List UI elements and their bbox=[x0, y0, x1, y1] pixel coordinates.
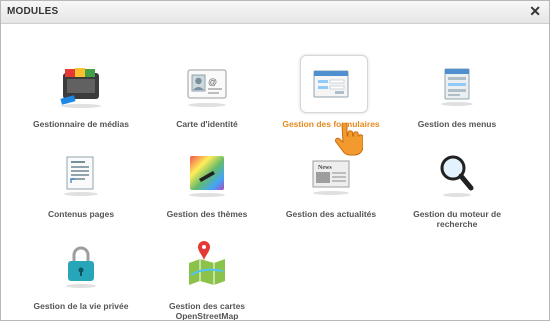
module-label: Gestion des actualités bbox=[285, 209, 377, 219]
modules-dialog: MODULES ✕ Gestionnaire de médias @ Carte… bbox=[0, 0, 550, 321]
svg-text:@: @ bbox=[208, 77, 217, 87]
media-manager-icon bbox=[60, 68, 101, 108]
module-privacy[interactable]: Gestion de la vie privée bbox=[16, 241, 146, 311]
module-label: Gestion des menus bbox=[417, 119, 497, 129]
forms-icon bbox=[313, 70, 349, 98]
module-label: Gestion des formulaires bbox=[282, 119, 380, 129]
module-search-engine[interactable]: Gestion du moteur de recherche bbox=[392, 149, 522, 229]
dialog-title: MODULES bbox=[7, 6, 59, 17]
close-icon[interactable]: ✕ bbox=[529, 4, 541, 18]
module-news[interactable]: News Gestion des actualités bbox=[266, 149, 396, 219]
map-icon bbox=[189, 241, 225, 285]
themes-icon bbox=[189, 156, 225, 197]
identity-card-icon: @ bbox=[187, 69, 227, 107]
module-forms[interactable]: Gestion des formulaires bbox=[266, 55, 396, 129]
module-page-contents[interactable]: Contenus pages bbox=[16, 149, 146, 219]
page-contents-icon bbox=[64, 156, 98, 196]
module-label: Gestion de la vie privée bbox=[33, 301, 129, 311]
module-label: Gestion des thèmes bbox=[166, 209, 248, 219]
module-identity-card[interactable]: @ Carte d'identité bbox=[142, 59, 272, 129]
module-label: Gestionnaire de médias bbox=[33, 119, 129, 129]
menus-icon bbox=[441, 68, 473, 106]
privacy-lock-icon bbox=[66, 246, 96, 288]
search-engine-icon bbox=[440, 155, 474, 197]
module-label: Carte d'identité bbox=[176, 119, 238, 129]
dialog-titlebar: MODULES ✕ bbox=[1, 1, 549, 24]
svg-text:News: News bbox=[318, 165, 332, 171]
module-openstreetmap[interactable]: Gestion des cartes OpenStreetMap bbox=[142, 241, 272, 321]
module-themes[interactable]: Gestion des thèmes bbox=[142, 149, 272, 219]
module-label: Gestion du moteur de recherche bbox=[413, 209, 501, 229]
hand-pointer-icon bbox=[334, 123, 363, 156]
module-menus[interactable]: Gestion des menus bbox=[392, 59, 522, 129]
module-label: Gestion des cartes OpenStreetMap bbox=[168, 301, 246, 321]
module-media-manager[interactable]: Gestionnaire de médias bbox=[16, 59, 146, 129]
module-label: Contenus pages bbox=[47, 209, 115, 219]
